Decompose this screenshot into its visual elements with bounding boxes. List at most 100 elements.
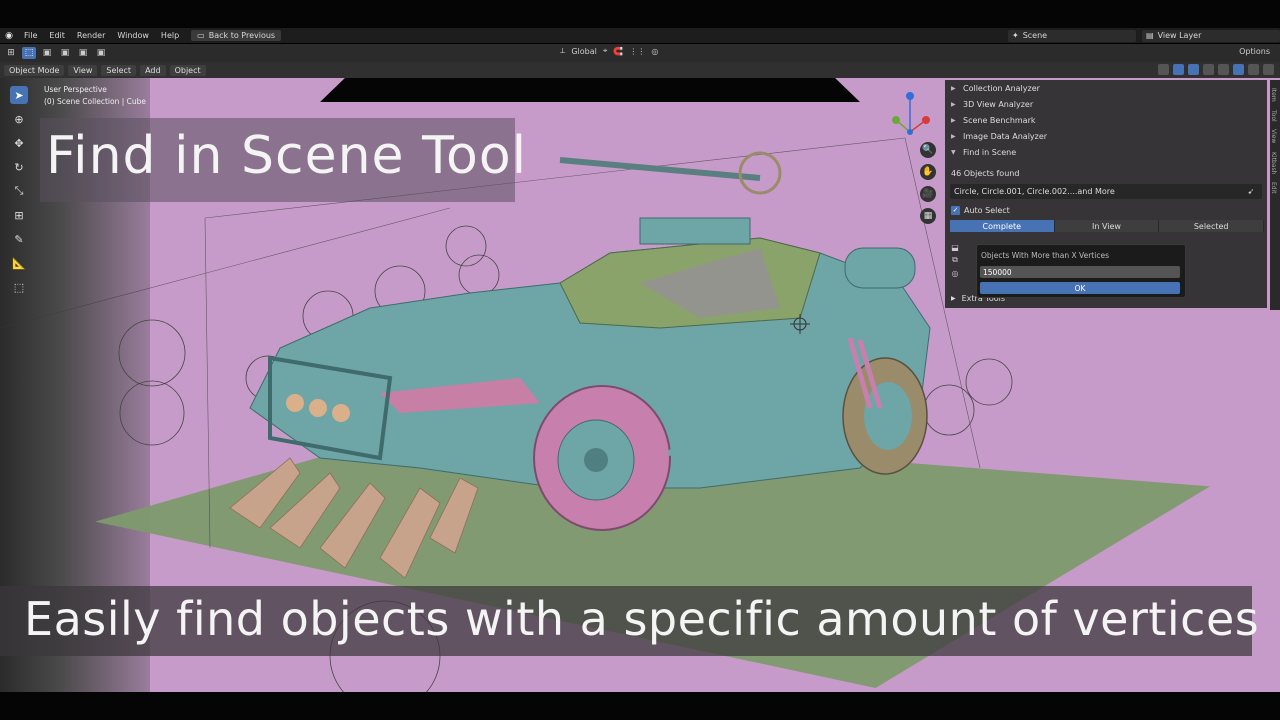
editor-type-icon[interactable]: ⊞ — [4, 47, 18, 59]
checkbox-icon: ✓ — [951, 205, 960, 215]
scope-complete[interactable]: Complete — [950, 220, 1055, 232]
scene-icon: ✦ — [1012, 31, 1019, 40]
add-cube-icon[interactable]: ⬚ — [10, 278, 28, 296]
filter-circle-icon[interactable]: ◎ — [950, 268, 960, 278]
add-menu[interactable]: Add — [140, 64, 166, 76]
overlay-icon[interactable] — [1188, 64, 1199, 75]
grid-icon[interactable]: ▦ — [920, 208, 936, 224]
tab-edit[interactable]: Edit — [1270, 182, 1277, 194]
tab-kitbash[interactable]: Kitbash — [1270, 152, 1277, 174]
rendered-shading-icon[interactable] — [1263, 64, 1274, 75]
scene-selector[interactable]: ✦ Scene — [1008, 29, 1136, 42]
vertex-threshold-popup: Objects With More than X Vertices 150000… — [976, 244, 1186, 298]
auto-select-checkbox[interactable]: ✓ Auto Select — [945, 203, 1267, 217]
menu-help[interactable]: Help — [155, 31, 185, 40]
xray-icon[interactable] — [1203, 64, 1214, 75]
zoom-icon[interactable]: 🔍 — [920, 142, 936, 158]
orientation-icon: ⟂ — [560, 46, 566, 55]
camera-icon[interactable]: 🎥 — [920, 186, 936, 202]
menu-file[interactable]: File — [18, 31, 43, 40]
panel-3d-view-analyzer[interactable]: ▶ 3D View Analyzer — [945, 96, 1267, 112]
expand-icon: ▶ — [951, 132, 956, 140]
tab-tool[interactable]: Tool — [1270, 110, 1277, 122]
select-menu[interactable]: Select — [101, 64, 137, 76]
letterbox-top — [0, 0, 1280, 28]
move-icon[interactable]: ✥ — [10, 134, 28, 152]
top-menubar: ◉ File Edit Render Window Help ▭ Back to… — [0, 28, 1280, 43]
layers-icon: ▤ — [1146, 31, 1154, 40]
snap-icon[interactable]: 🧲 — [613, 47, 623, 56]
cursor-icon[interactable]: ⊕ — [10, 110, 28, 128]
tab-view[interactable]: View — [1270, 129, 1277, 143]
select-mode-invert-icon[interactable]: ▣ — [94, 47, 108, 59]
scope-in-view[interactable]: In View — [1054, 220, 1160, 232]
select-mode-extend-icon[interactable]: ▣ — [58, 47, 72, 59]
transform-icon[interactable]: ⊞ — [10, 206, 28, 224]
screen-icon: ▭ — [197, 31, 205, 40]
scene-selectors: ✦ Scene ▤ View Layer — [1008, 28, 1280, 43]
panel-label: 3D View Analyzer — [963, 99, 1034, 109]
panel-label: Scene Benchmark — [963, 115, 1036, 125]
navigation-gizmo[interactable] — [888, 86, 938, 138]
solid-shading-icon[interactable] — [1233, 64, 1244, 75]
viewport-header: Object Mode View Select Add Object — [0, 62, 1280, 78]
collapse-icon: ▼ — [951, 148, 956, 156]
view-layer-name: View Layer — [1157, 31, 1202, 40]
found-objects-field[interactable]: Circle, Circle.001, Circle.002....and Mo… — [950, 184, 1262, 199]
letterbox-bottom — [0, 692, 1280, 720]
orientation-dropdown[interactable]: Global — [571, 47, 597, 56]
filter-mesh-icon[interactable]: ⬓ — [950, 242, 960, 252]
proportional-edit-icon[interactable]: ◎ — [651, 47, 658, 56]
pivot-icon[interactable]: ⌖ — [603, 46, 608, 56]
options-dropdown[interactable]: Options — [1239, 47, 1270, 56]
visibility-icon[interactable] — [1158, 64, 1169, 75]
menu-render[interactable]: Render — [71, 31, 111, 40]
eyedropper-icon[interactable]: ➹ — [1244, 185, 1258, 199]
tab-item[interactable]: Item — [1270, 88, 1277, 102]
menu-edit[interactable]: Edit — [43, 31, 71, 40]
select-tool-icon[interactable]: ➤ — [10, 86, 28, 104]
hand-icon[interactable]: ✋ — [920, 164, 936, 180]
panel-collection-analyzer[interactable]: ▶ Collection Analyzer — [945, 80, 1267, 96]
object-mode-dropdown[interactable]: Object Mode — [4, 64, 65, 76]
panel-find-in-scene[interactable]: ▼ Find in Scene — [945, 144, 1267, 160]
object-menu[interactable]: Object — [169, 64, 206, 76]
back-to-previous-label: Back to Previous — [208, 31, 276, 40]
auto-select-label: Auto Select — [964, 205, 1010, 215]
expand-icon: ▶ — [951, 84, 956, 92]
back-to-previous-button[interactable]: ▭ Back to Previous — [191, 30, 282, 41]
view-menu[interactable]: View — [68, 64, 98, 76]
overlay-title: Find in Scene Tool — [46, 126, 528, 186]
menu-window[interactable]: Window — [111, 31, 155, 40]
rotate-icon[interactable]: ↻ — [10, 158, 28, 176]
blender-logo-icon[interactable]: ◉ — [0, 31, 18, 41]
left-toolbar: ➤ ⊕ ✥ ↻ ⤡ ⊞ ✎ 📐 ⬚ — [8, 86, 30, 296]
popup-label: Objects With More than X Vertices — [981, 251, 1109, 260]
ok-button[interactable]: OK — [980, 282, 1180, 294]
shading-controls — [1158, 64, 1274, 75]
select-mode-subtract-icon[interactable]: ▣ — [76, 47, 90, 59]
panel-scene-benchmark[interactable]: ▶ Scene Benchmark — [945, 112, 1267, 128]
filter-copy-icon[interactable]: ⧉ — [950, 255, 960, 265]
wireframe-shading-icon[interactable] — [1218, 64, 1229, 75]
vertex-count-input[interactable]: 150000 — [980, 266, 1180, 278]
select-box-icon[interactable]: ⬚ — [22, 47, 36, 59]
gizmo-icon[interactable] — [1173, 64, 1184, 75]
transform-orientation: ⟂ Global ⌖ 🧲 ⋮⋮ ◎ — [560, 46, 658, 56]
scene-name: Scene — [1022, 31, 1048, 40]
snap-grid-icon[interactable]: ⋮⋮ — [629, 47, 645, 56]
panel-label: Find in Scene — [963, 147, 1017, 157]
scope-selected[interactable]: Selected — [1159, 220, 1265, 232]
expand-icon: ▶ — [951, 295, 956, 302]
viewport-nav-buttons: 🔍 ✋ 🎥 ▦ — [920, 142, 936, 224]
annotate-icon[interactable]: ✎ — [10, 230, 28, 248]
material-shading-icon[interactable] — [1248, 64, 1259, 75]
view-layer-selector[interactable]: ▤ View Layer — [1142, 29, 1280, 42]
found-objects-list: Circle, Circle.001, Circle.002....and Mo… — [954, 187, 1115, 196]
panel-image-data-analyzer[interactable]: ▶ Image Data Analyzer — [945, 128, 1267, 144]
select-mode-new-icon[interactable]: ▣ — [40, 47, 54, 59]
filter-icons: ⬓ ⧉ ◎ — [950, 242, 960, 278]
measure-icon[interactable]: 📐 — [10, 254, 28, 272]
scope-selector: Complete In View Selected — [950, 220, 1265, 232]
scale-icon[interactable]: ⤡ — [10, 182, 28, 200]
